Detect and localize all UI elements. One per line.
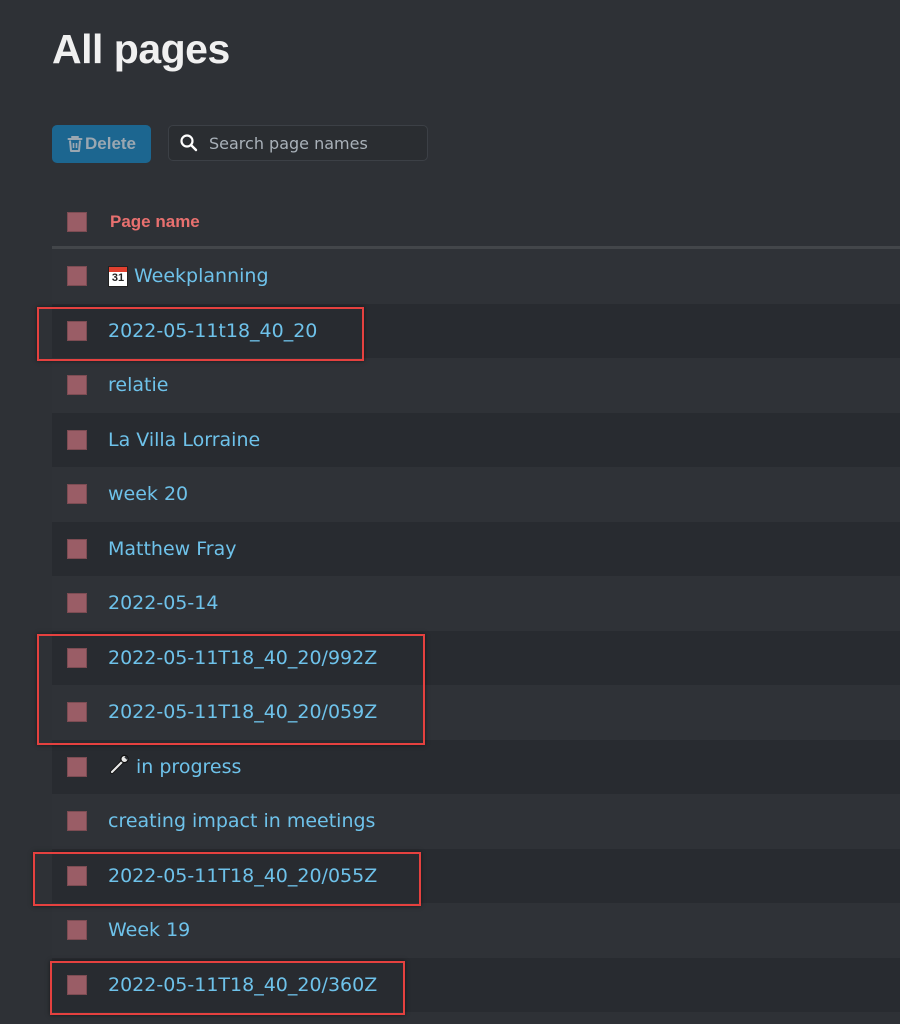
- toolbar: Delete: [52, 125, 428, 163]
- search-input[interactable]: [209, 133, 419, 153]
- page-link[interactable]: 2022-05-11T18_40_20/360Z: [108, 974, 377, 996]
- row-checkbox[interactable]: [67, 429, 87, 450]
- table-row: 31 Weekplanning: [52, 249, 900, 304]
- search-box[interactable]: [168, 125, 428, 161]
- page-link[interactable]: relatie: [108, 374, 168, 396]
- search-icon: [180, 134, 198, 152]
- row-checkbox[interactable]: [67, 593, 87, 614]
- table-row: creating impact in meetings: [52, 794, 900, 849]
- delete-button[interactable]: Delete: [52, 125, 151, 163]
- page-link[interactable]: 2022-05-11t18_40_20: [108, 320, 317, 342]
- trash-icon: [67, 136, 83, 152]
- delete-button-label: Delete: [84, 134, 137, 153]
- row-checkbox[interactable]: [67, 865, 87, 886]
- page-link[interactable]: creating impact in meetings: [108, 810, 375, 832]
- page-name: 2022-05-11T18_40_20/992Z: [108, 646, 378, 669]
- table-row: 2022-05-11T18_40_20/055Z: [52, 848, 900, 903]
- page-link[interactable]: in progress: [108, 753, 241, 780]
- page-name: Matthew Fray: [108, 537, 237, 560]
- table-row: Matthew Fray: [52, 521, 900, 576]
- row-checkbox[interactable]: [67, 484, 87, 505]
- page-name: in progress: [136, 755, 242, 778]
- table-row: 2022-05-14: [52, 576, 900, 631]
- page-link[interactable]: Week 19: [108, 919, 190, 941]
- table-header: Page name: [52, 197, 900, 249]
- row-checkbox[interactable]: [67, 266, 87, 287]
- page-link[interactable]: 2022-05-11T18_40_20/059Z: [108, 701, 377, 723]
- page-link[interactable]: 2022-05-11T18_40_20/992Z: [108, 647, 377, 669]
- table-row: relatie: [52, 358, 900, 413]
- page-link[interactable]: La Villa Lorraine: [108, 429, 260, 451]
- row-checkbox[interactable]: [67, 811, 87, 832]
- table-row: in progress: [52, 739, 900, 794]
- page-link[interactable]: 2022-05-11T18_40_20/055Z: [108, 865, 377, 887]
- table-row: 2022-05-11T18_40_20/992Z: [52, 630, 900, 685]
- table-row: 2022-05-11t18_40_20: [52, 303, 900, 358]
- column-header-page-name[interactable]: Page name: [110, 212, 200, 232]
- page-name: 2022-05-11T18_40_20/055Z: [108, 864, 378, 887]
- page-link[interactable]: Matthew Fray: [108, 538, 237, 560]
- row-checkbox[interactable]: [67, 920, 87, 941]
- row-checkbox[interactable]: [67, 756, 87, 777]
- row-checkbox[interactable]: [67, 702, 87, 723]
- table-row: week 20: [52, 467, 900, 522]
- page-name: Weekplanning: [134, 265, 269, 288]
- table-row: 2022-05-11T18_40_20/059Z: [52, 685, 900, 740]
- page-name: La Villa Lorraine: [108, 428, 261, 451]
- page-name: Week 19: [108, 919, 191, 942]
- row-checkbox[interactable]: [67, 974, 87, 995]
- row-checkbox[interactable]: [67, 375, 87, 396]
- wrench-icon: [108, 753, 130, 780]
- table-body: 31 Weekplanning 2022-05-11t18_40_20relatie…: [52, 249, 900, 1012]
- row-checkbox[interactable]: [67, 538, 87, 559]
- page-link[interactable]: week 20: [108, 483, 188, 505]
- page-title: All pages: [52, 26, 230, 72]
- page-link[interactable]: 2022-05-14: [108, 592, 218, 614]
- page-name: week 20: [108, 483, 189, 506]
- page-name: creating impact in meetings: [108, 810, 376, 833]
- row-checkbox[interactable]: [67, 320, 87, 341]
- page-link[interactable]: 31 Weekplanning: [108, 265, 269, 287]
- page-name: 2022-05-14: [108, 592, 219, 615]
- pages-table: Page name 31 Weekplanning 2022-05-11t18_40…: [52, 197, 900, 1012]
- table-row: Week 19: [52, 903, 900, 958]
- page-name: relatie: [108, 374, 169, 397]
- calendar-icon: 31: [108, 265, 128, 287]
- table-row: 2022-05-11T18_40_20/360Z: [52, 957, 900, 1012]
- row-checkbox[interactable]: [67, 647, 87, 668]
- page-name: 2022-05-11T18_40_20/059Z: [108, 701, 378, 724]
- page-name: 2022-05-11t18_40_20: [108, 319, 318, 342]
- table-row: La Villa Lorraine: [52, 412, 900, 467]
- page-name: 2022-05-11T18_40_20/360Z: [108, 973, 378, 996]
- select-all-checkbox[interactable]: [67, 211, 87, 232]
